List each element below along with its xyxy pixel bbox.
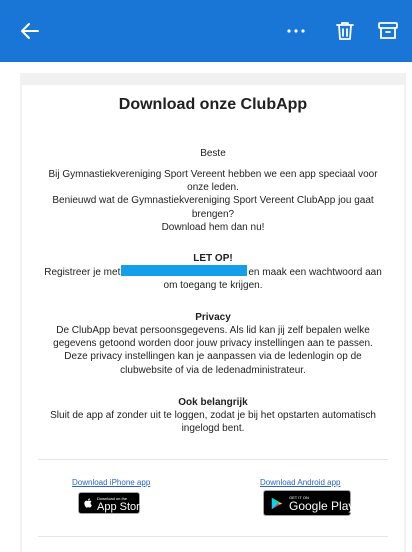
privacy-line: Deze privacy instellingen kan je aanpass… [64, 351, 362, 363]
back-arrow-icon[interactable] [18, 19, 42, 43]
more-options-icon[interactable] [284, 19, 308, 43]
important-heading: Ook belangrijk [178, 397, 248, 408]
important-line: Sluit de app af zonder uit te loggen, zo… [50, 410, 376, 421]
greeting: Beste [200, 148, 226, 159]
privacy-line: gegevens getoond worden door jouw privac… [53, 338, 373, 350]
privacy-heading: Privacy [195, 312, 231, 323]
notice-line-2: om toegang te krijgen. [163, 280, 263, 292]
notice-after: en maak een wachtwoord aan [248, 267, 382, 278]
download-android-link[interactable]: Download Android app [260, 478, 341, 487]
intro-line: onze leden. [187, 182, 239, 194]
privacy-line: clubwebsite of via de ledenadministrateu… [120, 364, 306, 376]
delete-icon[interactable] [333, 19, 357, 43]
intro-line: brengen? [191, 208, 235, 220]
app-store-badge[interactable]: Download on the App Store [78, 492, 146, 514]
important-text: Sluit de app af zonder uit te loggen, zo… [30, 409, 396, 435]
intro-line: Benieuwd wat de Gymnastiekvereniging Spo… [52, 195, 374, 207]
notice-line: Registreer je met en maak een wachtwoord … [30, 265, 396, 279]
notice-heading: LET OP! [193, 253, 233, 264]
divider-top [38, 459, 388, 460]
download-iphone-link[interactable]: Download iPhone app [72, 478, 150, 487]
google-play-badge[interactable]: GET IT ON Google Play [263, 490, 355, 516]
top-app-bar [0, 0, 412, 62]
apple-icon [84, 498, 92, 508]
privacy-text: De ClubApp bevat persoonsgegevens. Als l… [30, 324, 396, 377]
google-play-text: Google Play [289, 499, 355, 513]
intro-text: Bij Gymnastiekvereniging Sport Vereent h… [30, 168, 396, 234]
notice-text: Registreer je met en maak een wachtwoord … [30, 265, 396, 292]
intro-line: Download hem dan nu! [161, 221, 265, 233]
email-title: Download onze ClubApp [118, 96, 308, 113]
google-play-icon [271, 497, 283, 510]
important-line: ingelogd bent. [181, 423, 245, 435]
privacy-line: De ClubApp bevat persoonsgegevens. Als l… [56, 325, 370, 336]
archive-icon[interactable] [376, 19, 400, 43]
intro-line: Bij Gymnastiekvereniging Sport Vereent h… [48, 169, 378, 180]
notice-before: Registreer je met [44, 267, 121, 278]
redacted-email [121, 265, 248, 276]
app-store-text: App Store [97, 501, 146, 513]
divider-bottom [38, 536, 388, 537]
